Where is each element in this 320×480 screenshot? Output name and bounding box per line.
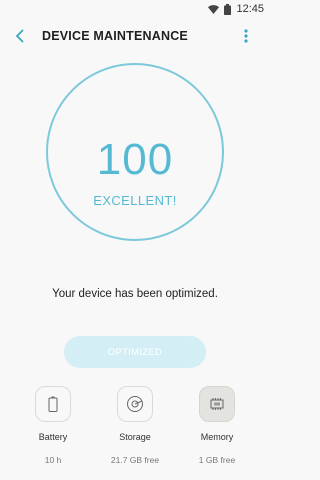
- chevron-left-icon: [15, 29, 24, 43]
- battery-icon: [224, 3, 232, 15]
- memory-value: 1 GB free: [198, 455, 236, 465]
- wifi-icon: [208, 4, 220, 14]
- battery-tile[interactable]: Battery 10 h: [18, 386, 88, 465]
- battery-value: 10 h: [44, 455, 62, 465]
- more-vert-icon: [244, 29, 248, 43]
- back-button[interactable]: [10, 26, 30, 46]
- memory-tile-icon: [199, 386, 235, 422]
- storage-tile[interactable]: Storage 21.7 GB free: [100, 386, 170, 465]
- storage-icon: [127, 396, 143, 412]
- score-rating: EXCELLENT!: [93, 193, 177, 208]
- storage-label: Storage: [119, 432, 151, 442]
- score-value: 100: [96, 135, 174, 184]
- app-bar: DEVICE MAINTENANCE: [0, 18, 270, 54]
- storage-value: 21.7 GB free: [110, 455, 160, 465]
- battery-label: Battery: [38, 432, 68, 442]
- memory-label: Memory: [200, 432, 234, 442]
- memory-chip-icon: [210, 398, 224, 410]
- more-options-button[interactable]: [236, 26, 256, 46]
- battery-icon: [48, 396, 58, 412]
- status-time: 12:45: [236, 3, 264, 15]
- page-title: DEVICE MAINTENANCE: [42, 29, 188, 43]
- memory-tile[interactable]: Memory 1 GB free: [182, 386, 252, 465]
- storage-tile-icon: [117, 386, 153, 422]
- status-message: Your device has been optimized.: [52, 288, 218, 300]
- optimize-button[interactable]: OPTIMIZED: [64, 336, 206, 368]
- status-bar: 12:45: [0, 0, 270, 18]
- battery-tile-icon: [35, 386, 71, 422]
